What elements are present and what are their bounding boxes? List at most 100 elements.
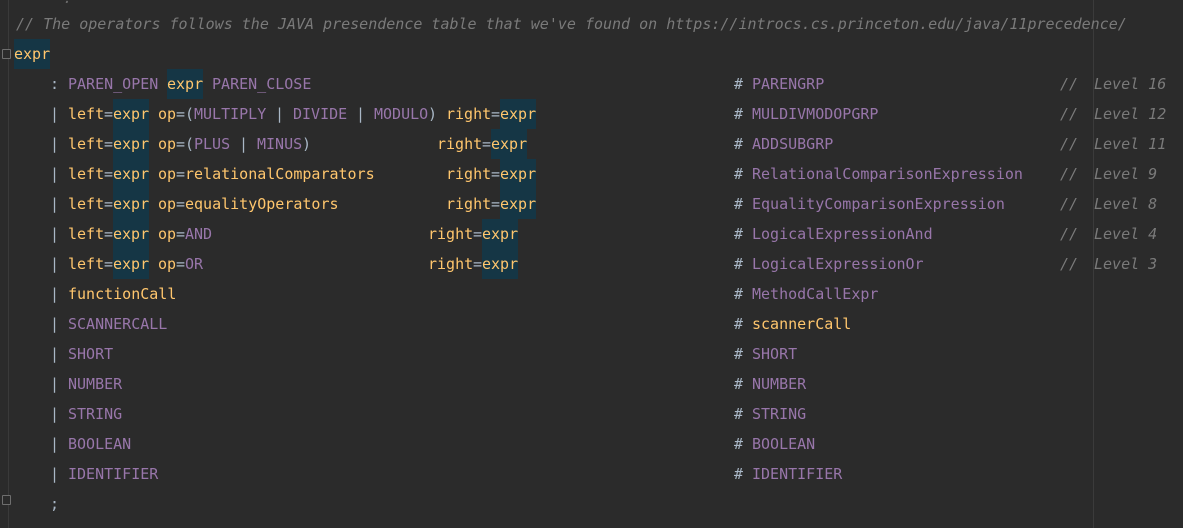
rule-reference: right [446,105,492,123]
alternative-line[interactable]: | NUMBER # NUMBER [0,369,1183,399]
rule-reference: op [149,195,177,213]
rule-reference: expr [500,189,537,219]
token-name: BOOLEAN [68,435,132,453]
precedence-level: Level 12 [1094,105,1167,123]
rule-name: expr [14,39,51,69]
token-name: SHORT [68,345,114,363]
rule-reference: right [446,165,492,183]
punctuation: | [50,255,69,273]
level-comment-marker: // [1060,105,1079,123]
punctuation: | [50,375,69,393]
punctuation: | [50,345,69,363]
punctuation: | [50,315,69,333]
alternative-line[interactable]: | STRING # STRING [0,399,1183,429]
punctuation: | [50,135,69,153]
token-name: IDENTIFIER [68,465,159,483]
punctuation: | [230,135,258,153]
alternative-line[interactable]: | SCANNERCALL # scannerCall [0,309,1183,339]
rule-reference: expr [113,219,150,249]
header-comment: // The operators follows the JAVA presen… [16,15,1127,33]
alternative-line[interactable]: | left = expr op = relationalComparators rig… [0,159,1183,189]
punctuation: | [50,435,69,453]
fold-collapse-icon[interactable] [2,49,11,59]
punctuation: | [50,165,69,183]
terminator-line[interactable]: ; [0,489,1183,519]
level-comment-marker: // [1060,135,1079,153]
alternative-line[interactable]: : PAREN_OPEN expr PAREN_CLOSE # PARENGRP //… [0,69,1183,99]
precedence-level: Level 8 [1094,195,1158,213]
rule-reference: expr [500,159,537,189]
level-comment-marker: // [1060,195,1079,213]
alternative-line[interactable]: | SHORT # SHORT [0,339,1183,369]
alternative-label: RelationalComparisonExpression [752,165,1023,183]
punctuation: | [347,105,375,123]
punctuation: =( [176,105,195,123]
alternative-line[interactable]: | left = expr op = equalityOperators right = e… [0,189,1183,219]
label-hash: # [734,345,744,363]
punctuation: = [104,105,114,123]
previous-line-fragment: ; [0,0,1183,3]
header-comment-line[interactable]: // The operators follows the JAVA presen… [0,9,1183,39]
punctuation: = [482,135,492,153]
fold-end-icon[interactable] [2,495,11,505]
label-hash: # [734,375,744,393]
rule-reference: op [149,165,177,183]
alternative-line[interactable]: | left = expr op =(MULTIPLY | DIVIDE | MODU… [0,99,1183,129]
alternative-line[interactable]: | BOOLEAN # BOOLEAN [0,429,1183,459]
punctuation: | [50,195,69,213]
alternative-label: IDENTIFIER [752,465,843,483]
rule-reference: left [68,255,105,273]
rule-reference: expr [113,129,150,159]
alternative-label: SHORT [752,345,798,363]
token-name: MODULO [374,105,429,123]
rule-reference: expr [167,69,204,99]
code-editor[interactable]: ; // The operators follows the JAVA pres… [0,0,1183,528]
rule-reference: left [68,165,105,183]
punctuation: ) [428,105,447,123]
rule-reference: right [428,255,474,273]
token-name: MINUS [257,135,303,153]
token-name: PAREN_CLOSE [203,75,312,93]
punctuation: | [50,285,69,303]
alternative-line[interactable]: | left = expr op = OR right = expr # LogicalExpr… [0,249,1183,279]
rule-reference: expr [482,249,519,279]
rule-reference: functionCall [68,285,177,303]
punctuation: = [176,195,186,213]
punctuation: = [473,255,483,273]
token-name: SCANNERCALL [68,315,168,333]
punctuation: | [50,465,69,483]
level-comment-marker: // [1060,255,1079,273]
rule-reference: op [149,225,177,243]
label-hash: # [734,195,744,213]
alternative-line[interactable]: | functionCall # MethodCallExpr [0,279,1183,309]
rule-reference: left [68,225,105,243]
punctuation: | [50,105,69,123]
label-hash: # [734,435,744,453]
rule-reference: op [149,255,177,273]
alternative-line[interactable]: | IDENTIFIER # IDENTIFIER [0,459,1183,489]
punctuation: ) [302,135,312,153]
punctuation [212,219,429,249]
punctuation [338,189,446,219]
alternative-line[interactable]: | left = expr op =(PLUS | MINUS) right = expr… [0,129,1183,159]
punctuation: = [473,225,483,243]
alternative-line[interactable]: | left = expr op = AND right = expr # LogicalExp… [0,219,1183,249]
punctuation: = [176,165,186,183]
alternative-label: EqualityComparisonExpression [752,195,1005,213]
label-hash: # [734,285,744,303]
token-name: PAREN_OPEN [68,75,168,93]
alternative-label: LogicalExpressionAnd [752,225,933,243]
rule-definition-line[interactable]: expr [0,39,1183,69]
token-name: DIVIDE [293,105,348,123]
precedence-level: Level 16 [1094,75,1167,93]
punctuation: | [266,105,294,123]
label-hash: # [734,225,744,243]
label-hash: # [734,315,744,333]
alternative-label: MethodCallExpr [752,285,879,303]
label-hash: # [734,165,744,183]
punctuation: = [176,225,186,243]
token-name: AND [185,225,213,243]
alternative-label: NUMBER [752,375,807,393]
punctuation: = [104,165,114,183]
precedence-level: Level 3 [1094,255,1158,273]
